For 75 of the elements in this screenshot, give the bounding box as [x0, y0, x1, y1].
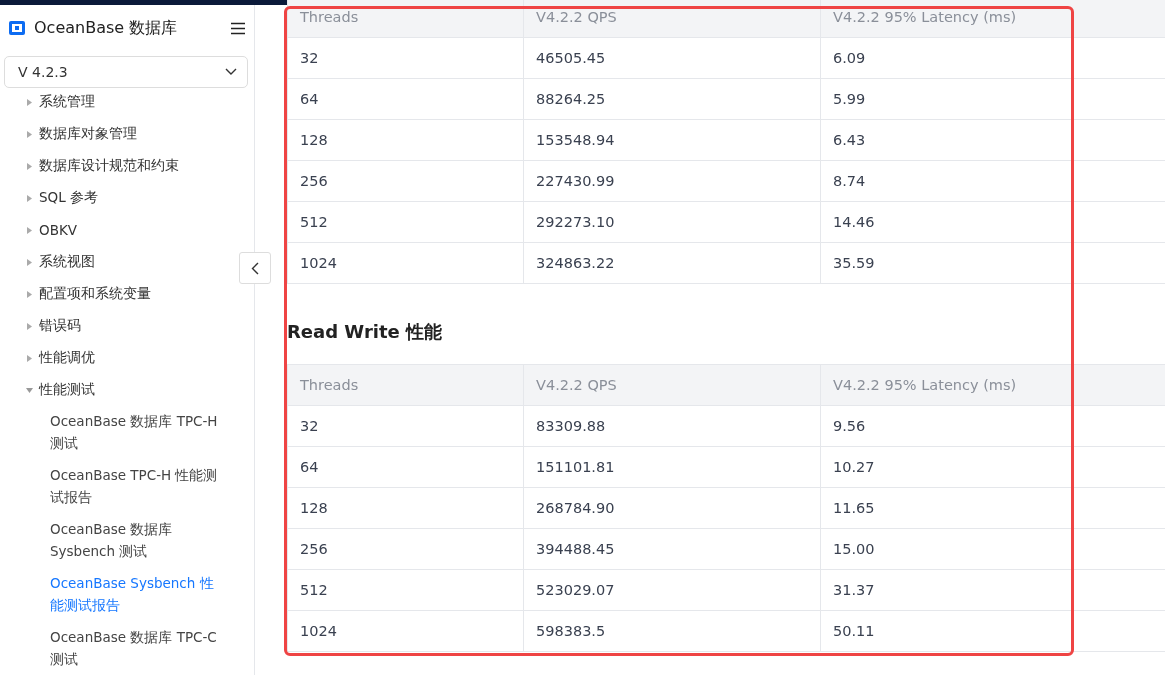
table-cell: 153548.94	[523, 120, 820, 160]
section-heading: Read Write 性能	[287, 320, 444, 344]
column-header: V4.2.2 QPS	[523, 0, 820, 37]
table-cell: 11.65	[820, 488, 1165, 528]
nav-subitem[interactable]: OceanBase 数据库 Sysbench 测试	[0, 514, 254, 568]
table-cell: 268784.90	[523, 488, 820, 528]
table-cell: 6.43	[820, 120, 1165, 160]
nav-item[interactable]: OBKV	[22, 214, 77, 246]
column-header: Threads	[299, 8, 360, 27]
table-cell: 83309.88	[523, 406, 820, 446]
caret-right-icon	[26, 258, 33, 266]
table-cell: 5.99	[820, 79, 1165, 119]
chevron-down-icon	[225, 68, 237, 76]
table-cell: 151101.81	[523, 447, 820, 487]
nav-item[interactable]: 配置项和系统变量	[22, 278, 151, 310]
table-cell: 324863.22	[523, 243, 820, 283]
nav-item[interactable]: 数据库设计规范和约束	[22, 150, 179, 182]
table-cell-text: 128	[299, 499, 329, 518]
nav-item[interactable]: 性能调优	[22, 342, 95, 374]
table-cell-text: 512	[299, 581, 329, 600]
table-cell: 35.59	[820, 243, 1165, 283]
version-select[interactable]: V 4.2.3	[4, 56, 248, 88]
table-cell: 50.11	[820, 611, 1165, 651]
table-cell: 46505.45	[523, 38, 820, 78]
nav-item[interactable]: 系统管理	[22, 86, 95, 118]
nav-subitem[interactable]: OceanBase TPC-H 性能测试报告	[0, 460, 254, 514]
table-cell: 394488.45	[523, 529, 820, 569]
table-cell-text: 64	[299, 458, 320, 477]
caret-right-icon	[26, 130, 33, 138]
table-cell: 15.00	[820, 529, 1165, 569]
caret-down-icon	[26, 386, 33, 394]
collapse-sidebar-button[interactable]	[239, 252, 271, 284]
column-header: V4.2.2 95% Latency (ms)	[820, 365, 1165, 405]
nav-item[interactable]: SQL 参考	[22, 182, 98, 214]
nav-item[interactable]: 数据库对象管理	[22, 118, 137, 150]
menu-icon[interactable]	[230, 21, 246, 35]
table-cell-text: 256	[299, 540, 329, 559]
column-header: Threads	[299, 376, 360, 395]
table-cell-text: 32	[299, 417, 320, 436]
table-cell-text: 256	[299, 172, 329, 191]
brand-title: OceanBase 数据库	[34, 17, 179, 39]
nav-item[interactable]: 系统视图	[22, 246, 95, 278]
table-cell-text: 64	[299, 90, 320, 109]
table-cell-text: 128	[299, 131, 329, 150]
table-cell: 10.27	[820, 447, 1165, 487]
table-cell: 523029.07	[523, 570, 820, 610]
table-cell: 31.37	[820, 570, 1165, 610]
nav-subitem[interactable]: OceanBase 数据库 TPC-C 测试	[0, 622, 254, 675]
nav-item[interactable]: 性能测试	[22, 374, 95, 406]
caret-right-icon	[26, 290, 33, 298]
table-cell: 14.46	[820, 202, 1165, 242]
chevron-left-icon	[251, 261, 259, 275]
table-cell: 292273.10	[523, 202, 820, 242]
logo-icon	[9, 21, 25, 35]
column-header: V4.2.2 95% Latency (ms)	[820, 0, 1165, 37]
column-header: V4.2.2 QPS	[523, 365, 820, 405]
caret-right-icon	[26, 162, 33, 170]
table-cell: 6.09	[820, 38, 1165, 78]
table-cell: 8.74	[820, 161, 1165, 201]
caret-right-icon	[26, 98, 33, 106]
nav-subitem[interactable]: OceanBase Sysbench 性能测试报告	[0, 568, 254, 622]
table-cell-text: 32	[299, 49, 320, 68]
table-cell-text: 1024	[299, 254, 338, 273]
caret-right-icon	[26, 194, 33, 202]
nav-subitem[interactable]: OceanBase 数据库 TPC-H 测试	[0, 406, 254, 460]
caret-right-icon	[26, 354, 33, 362]
nav-item[interactable]: 错误码	[22, 310, 81, 342]
caret-right-icon	[26, 322, 33, 330]
table-cell: 598383.5	[523, 611, 820, 651]
table-cell: 9.56	[820, 406, 1165, 446]
table-cell: 227430.99	[523, 161, 820, 201]
table-cell-text: 1024	[299, 622, 338, 641]
table-cell: 88264.25	[523, 79, 820, 119]
table-cell-text: 512	[299, 213, 329, 232]
caret-right-icon	[26, 226, 33, 234]
